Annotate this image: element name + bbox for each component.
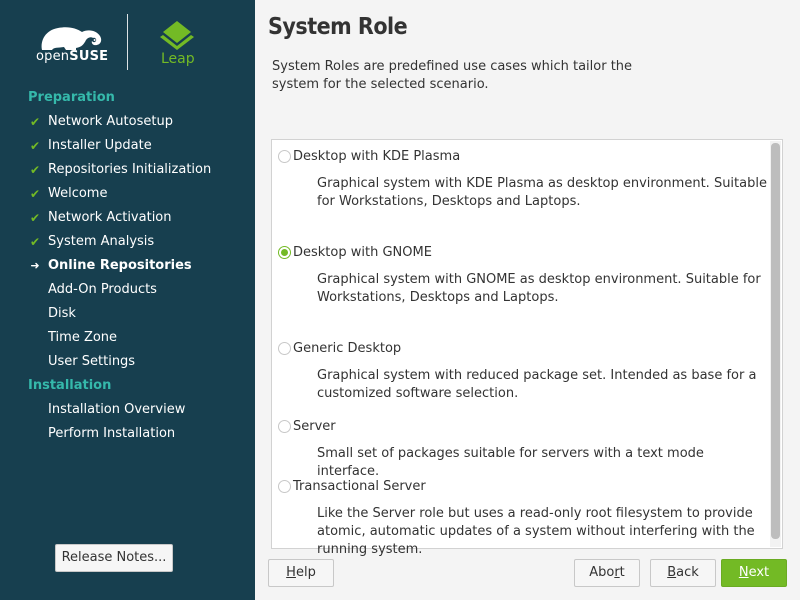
logo-divider [127, 14, 128, 70]
release-notes-button[interactable]: Release Notes... [55, 544, 173, 572]
checkmark-icon: ✔ [29, 115, 41, 129]
vertical-scrollbar[interactable] [770, 141, 781, 547]
edition-name: Leap [161, 51, 195, 67]
help-button[interactable]: Help [268, 559, 334, 587]
radio-button-selected[interactable] [278, 246, 291, 259]
back-button[interactable]: Back [650, 559, 716, 587]
system-role-list: Desktop with KDE Plasma Graphical system… [271, 139, 783, 557]
step-network-autosetup: ✔ Network Autosetup [0, 110, 255, 134]
leap-chevron-icon [160, 21, 194, 50]
radio-button[interactable] [278, 342, 291, 355]
role-label[interactable]: Generic Desktop [293, 341, 401, 356]
section-title-installation: Installation [28, 378, 112, 393]
role-label[interactable]: Desktop with GNOME [293, 245, 432, 260]
role-label[interactable]: Desktop with KDE Plasma [293, 149, 460, 164]
step-installation-overview: Installation Overview [48, 402, 186, 417]
step-perform-installation: Perform Installation [48, 426, 176, 441]
checkmark-icon: ✔ [29, 235, 41, 249]
arrow-right-icon: ➜ [30, 259, 40, 272]
role-description: Graphical system with KDE Plasma as desk… [317, 176, 767, 209]
step-installer-update: ✔ Installer Update [0, 134, 255, 158]
step-add-on-products: Add-On Products [48, 282, 157, 297]
section-title-preparation: Preparation [28, 90, 115, 105]
role-description: Graphical system with GNOME as desktop e… [317, 272, 761, 305]
checkmark-icon: ✔ [29, 211, 41, 225]
radio-button[interactable] [278, 420, 291, 433]
checkmark-icon: ✔ [29, 187, 41, 201]
page-description: System Roles are predefined use cases wh… [272, 59, 633, 92]
radio-button[interactable] [278, 150, 291, 163]
step-user-settings: User Settings [48, 354, 136, 369]
abort-button[interactable]: Abort [574, 559, 640, 587]
role-label[interactable]: Transactional Server [293, 479, 426, 494]
logo-area: openSUSE Leap [0, 0, 255, 80]
step-network-activation: ✔ Network Activation [0, 206, 255, 230]
role-label[interactable]: Server [293, 419, 336, 434]
next-button[interactable]: Next [721, 559, 787, 587]
main-panel: System Role System Roles are predefined … [255, 0, 800, 600]
step-time-zone: Time Zone [48, 330, 118, 345]
sidebar: openSUSE Leap Preparation ✔ Network Autos… [0, 0, 255, 600]
role-description: Like the Server role but uses a read-onl… [317, 506, 755, 557]
distro-wordmark: openSUSE [36, 49, 109, 64]
step-disk: Disk [48, 306, 76, 321]
scrollbar-thumb[interactable] [771, 143, 780, 539]
installation-steps: Preparation ✔ Network Autosetup ✔ Installe… [0, 86, 255, 446]
role-description: Small set of packages suitable for serve… [317, 446, 704, 479]
checkmark-icon: ✔ [29, 163, 41, 177]
step-online-repositories: ➜ Online Repositories [0, 254, 255, 278]
radio-button[interactable] [278, 480, 291, 493]
checkmark-icon: ✔ [29, 139, 41, 153]
step-system-analysis: ✔ System Analysis [0, 230, 255, 254]
step-repositories-initialization: ✔ Repositories Initialization [0, 158, 255, 182]
role-description: Graphical system with reduced package se… [317, 368, 757, 401]
step-welcome: ✔ Welcome [0, 182, 255, 206]
page-title: System Role [268, 14, 408, 40]
